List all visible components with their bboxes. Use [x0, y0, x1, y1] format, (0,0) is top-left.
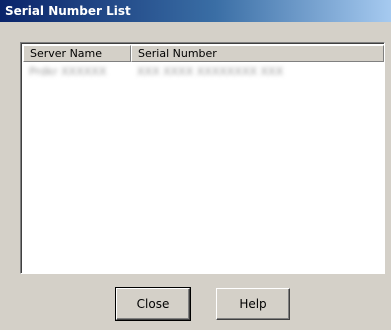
help-button[interactable]: Help: [216, 288, 290, 320]
cell-server-name: Prdkr XXXXXX: [23, 63, 131, 79]
close-button[interactable]: Close: [115, 287, 191, 321]
list-header: Server Name Serial Number: [23, 45, 384, 62]
window-title: Serial Number List: [5, 4, 131, 18]
cell-serial-number: XXX XXXX XXXXXXXX XXX: [131, 63, 384, 79]
serial-number-listview[interactable]: Server Name Serial Number Prdkr XXXXXX X…: [20, 42, 385, 274]
serial-number-list-dialog: Serial Number List Server Name Serial Nu…: [0, 0, 391, 330]
column-header-server-name[interactable]: Server Name: [23, 45, 131, 62]
server-name-value: Prdkr XXXXXX: [29, 64, 107, 78]
column-header-serial-number[interactable]: Serial Number: [131, 45, 384, 62]
serial-number-value: XXX XXXX XXXXXXXX XXX: [137, 64, 284, 78]
list-row[interactable]: Prdkr XXXXXX XXX XXXX XXXXXXXX XXX: [23, 63, 384, 79]
title-bar[interactable]: Serial Number List: [0, 0, 391, 22]
